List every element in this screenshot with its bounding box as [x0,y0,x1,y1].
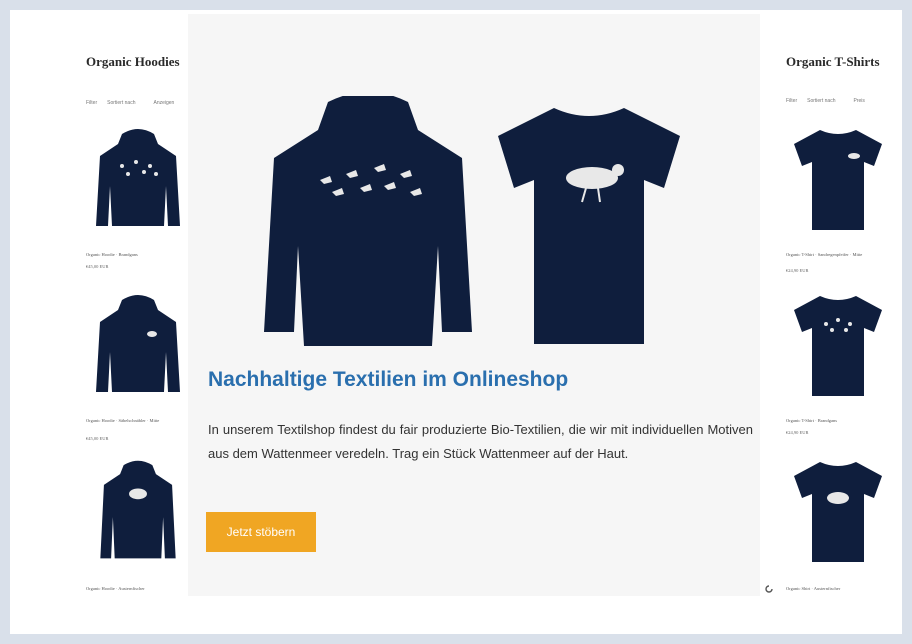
product-price: €45,00 EUR [86,264,109,269]
browse-button[interactable]: Jetzt stöbern [206,512,316,552]
tshirt-austernfischer-image[interactable] [792,458,884,562]
hero-tshirt-image [498,108,680,344]
hoodie-saebelschnaebler-image[interactable] [92,292,184,396]
hoodie-brandgans-image[interactable] [92,126,184,230]
hero-hoodie-image [264,96,472,346]
product-price: €45,00 EUR [86,436,109,441]
hoodies-filter-bar: Filter Sortiert nach Anzeigen [86,100,174,106]
tshirts-filter-bar: Filter Sortiert nach Preis [786,98,865,104]
product-name[interactable]: Organic Hoodie · Austernfischer [86,586,186,592]
product-name[interactable]: Organic T-Shirt · Sandregenpfeifer · Mit… [786,252,896,258]
product-name[interactable]: Organic Shirt · Austernfischer [786,586,896,592]
filter-button[interactable]: Filter [786,98,797,104]
product-name[interactable]: Organic T-Shirt · Brandgans [786,418,896,424]
hoodie-austernfischer-image[interactable] [92,458,184,562]
hoodies-title: Organic Hoodies [86,54,180,69]
product-name[interactable]: Organic Hoodie · Brandgans [86,252,186,258]
tshirt-sandregenpfeifer-image[interactable] [792,126,884,230]
product-name[interactable]: Organic Hoodie · Säbelschnäbler · Mitte [86,418,186,424]
view-select[interactable]: Anzeigen [153,100,174,106]
product-price: €24,90 EUR [786,268,809,273]
loading-icon [765,585,773,593]
price-select[interactable]: Preis [853,98,864,104]
filter-button[interactable]: Filter [86,100,97,106]
sort-select[interactable]: Sortiert nach [807,98,835,104]
hero-headline: Nachhaltige Textilien im Onlineshop [208,368,569,391]
tshirt-brandgans-image[interactable] [792,292,884,396]
product-price: €24,90 EUR [786,430,809,435]
sort-select[interactable]: Sortiert nach [107,100,135,106]
hero-text: In unserem Textilshop findest du fair pr… [208,422,753,461]
tshirts-title: Organic T-Shirts [786,54,880,69]
